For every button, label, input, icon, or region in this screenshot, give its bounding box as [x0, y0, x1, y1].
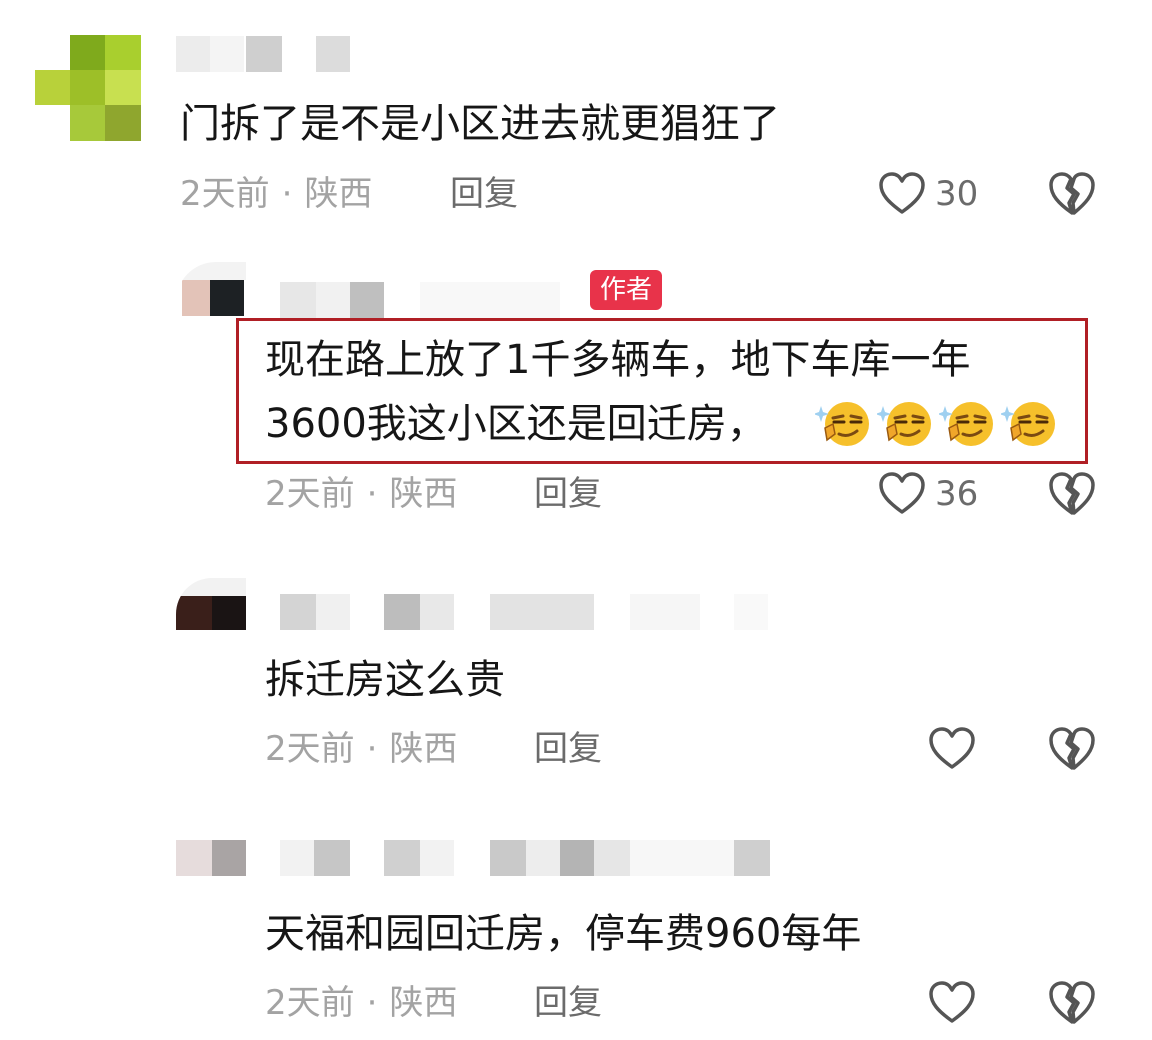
smirk-emoji-icon	[1001, 402, 1055, 446]
avatar[interactable]	[176, 840, 246, 876]
comment-time: 2天前	[265, 983, 355, 1023]
avatar[interactable]	[176, 578, 246, 630]
comment-text: 拆迁房这么贵	[265, 657, 505, 703]
separator: ·	[366, 983, 378, 1023]
comment-location: 陕西	[304, 174, 373, 214]
comment-text-line-2: 3600我这小区还是回迁房，	[265, 401, 767, 447]
heart-outline-icon[interactable]	[928, 727, 976, 771]
author-badge: 作者	[590, 270, 663, 310]
broken-heart-icon[interactable]	[1048, 726, 1096, 772]
smirk-emoji-icon	[877, 402, 931, 446]
username-redacted[interactable]	[280, 282, 580, 318]
broken-heart-icon[interactable]	[1048, 980, 1096, 1026]
username-redacted[interactable]	[280, 594, 770, 630]
comment-meta: 2天前 · 陕西	[265, 477, 457, 511]
separator: ·	[366, 474, 378, 514]
comment-meta: 2天前 · 陕西	[265, 986, 457, 1020]
broken-heart-icon[interactable]	[1048, 471, 1096, 517]
comment-text-line-1: 现在路上放了1千多辆车，地下车库一年	[265, 337, 971, 383]
reply-button[interactable]: 回复	[534, 732, 602, 766]
comment-meta: 2天前 · 陕西	[180, 177, 372, 211]
smirk-emoji-icon	[939, 402, 993, 446]
comment-time: 2天前	[265, 729, 355, 769]
heart-outline-icon[interactable]	[878, 472, 926, 516]
like-count: 36	[935, 474, 979, 514]
smirk-emoji-icon	[815, 402, 869, 446]
reply-button[interactable]: 回复	[534, 477, 602, 511]
reply-button[interactable]: 回复	[450, 177, 518, 211]
comment-text: 门拆了是不是小区进去就更猖狂了	[180, 101, 780, 147]
comment-text: 天福和园回迁房，停车费960每年	[265, 911, 862, 957]
username-redacted[interactable]	[176, 36, 356, 72]
username-redacted[interactable]	[280, 840, 770, 876]
reply-button[interactable]: 回复	[534, 986, 602, 1020]
broken-heart-icon[interactable]	[1048, 171, 1096, 217]
comment-location: 陕西	[389, 729, 458, 769]
comment-location: 陕西	[389, 983, 458, 1023]
separator: ·	[281, 174, 293, 214]
comment-time: 2天前	[180, 174, 270, 214]
heart-outline-icon[interactable]	[928, 981, 976, 1025]
avatar[interactable]	[35, 35, 141, 141]
comment-meta: 2天前 · 陕西	[265, 732, 457, 766]
heart-outline-icon[interactable]	[878, 172, 926, 216]
like-count: 30	[935, 174, 979, 214]
comment-location: 陕西	[389, 474, 458, 514]
avatar[interactable]	[176, 262, 246, 318]
separator: ·	[366, 729, 378, 769]
comment-time: 2天前	[265, 474, 355, 514]
